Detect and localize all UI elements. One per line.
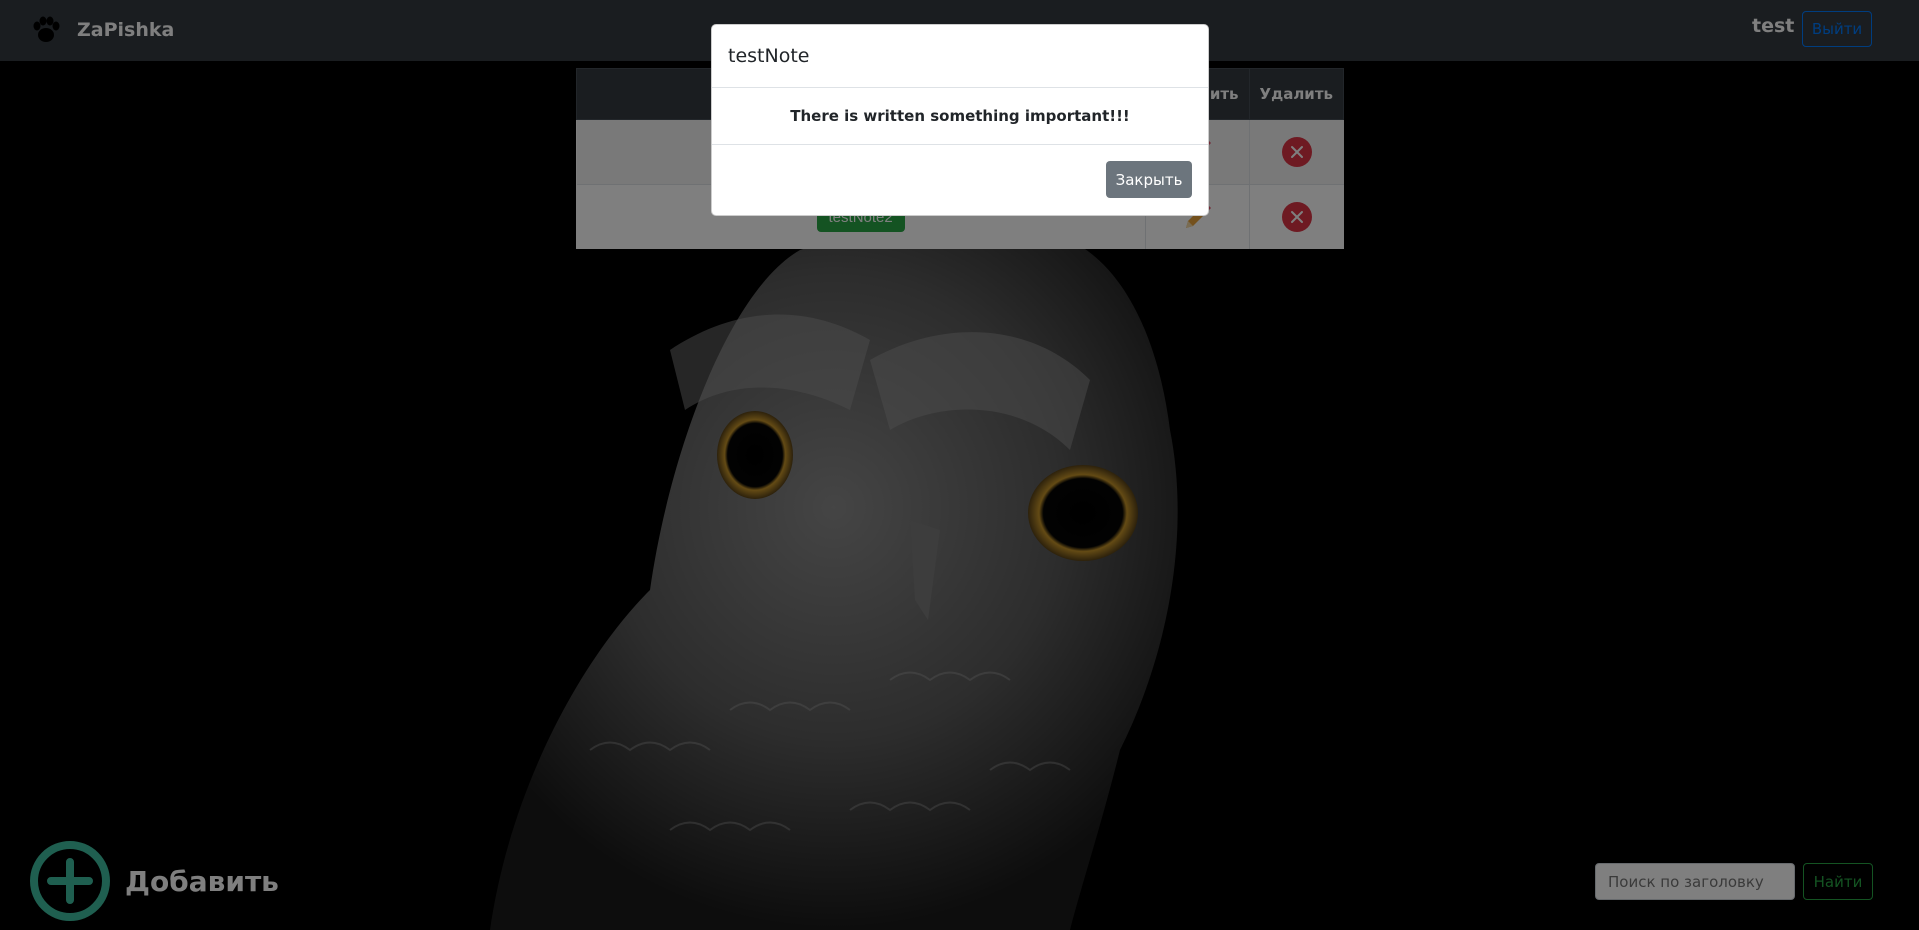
- modal-body: There is written something important!!!: [712, 88, 1208, 145]
- modal-body-text: There is written something important!!!: [790, 107, 1130, 125]
- note-modal: testNote There is written something impo…: [711, 24, 1209, 216]
- modal-footer: Закрыть: [712, 145, 1208, 215]
- modal-header: testNote: [712, 25, 1208, 88]
- modal-title: testNote: [728, 45, 810, 67]
- close-button[interactable]: Закрыть: [1106, 161, 1192, 198]
